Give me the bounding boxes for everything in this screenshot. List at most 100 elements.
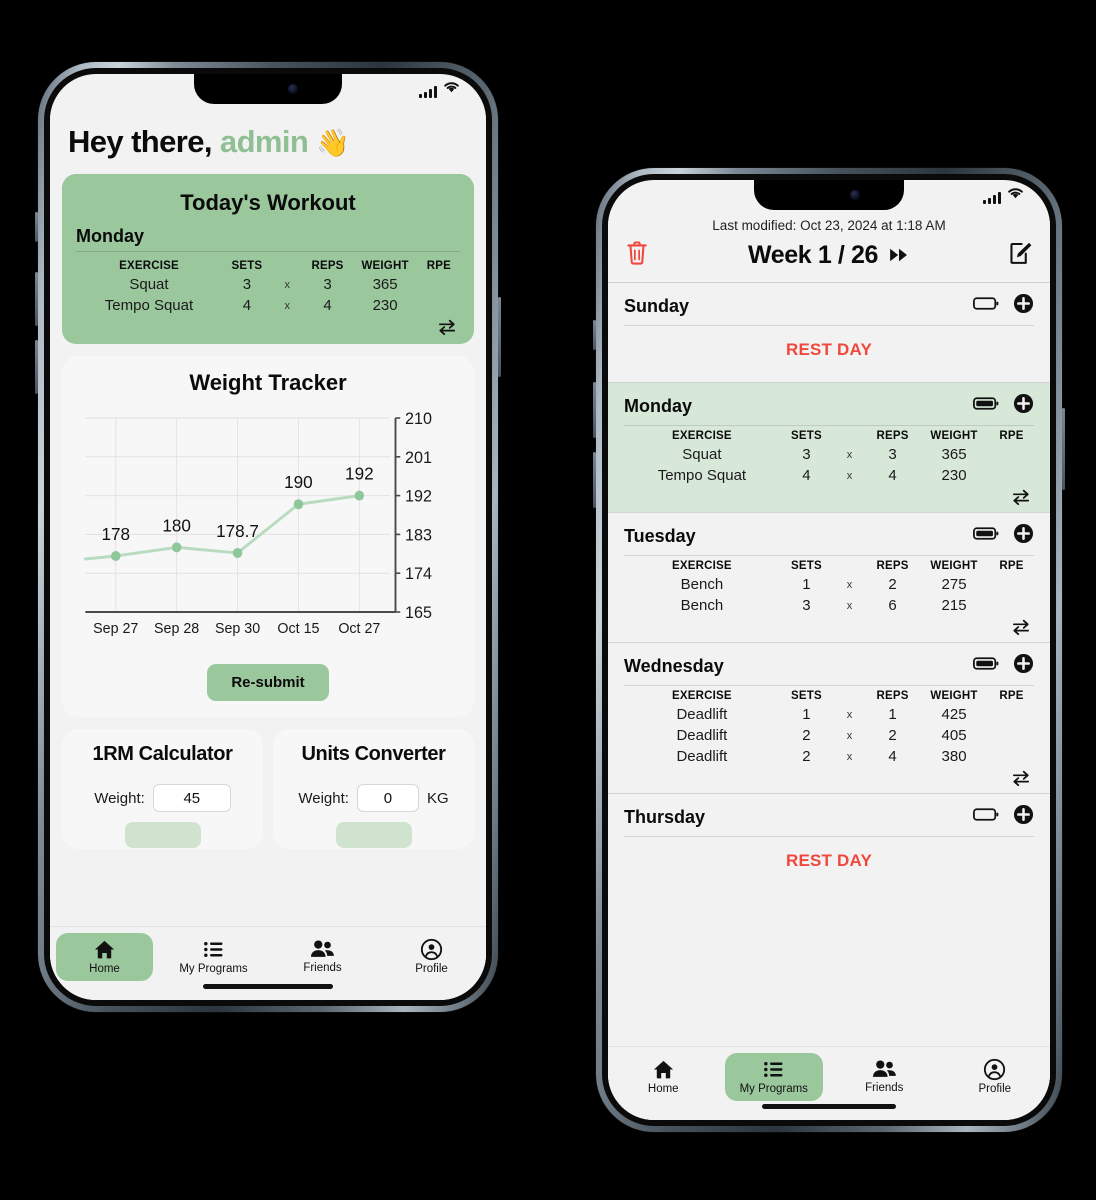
plus-circle-icon[interactable] — [1013, 804, 1034, 830]
list-icon — [202, 938, 225, 961]
table-row[interactable]: Bench 3 x 6 215 — [624, 595, 1034, 616]
phone2-volume-up-button[interactable] — [593, 382, 596, 438]
tab-friends[interactable]: Friends — [274, 933, 371, 980]
weight-tracker-chart: 165 174 183 192 201 210 178 180 178.7 190 192 Sep 2… — [72, 402, 464, 652]
cell-sets: 3 — [802, 597, 811, 614]
cell-exercise: Squat — [682, 446, 722, 463]
column-header-exercise: EXERCISE — [672, 560, 732, 572]
cell-exercise: Bench — [680, 597, 724, 614]
column-header-rpe: RPE — [999, 560, 1024, 572]
phone-program-screen: Last modified: Oct 23, 2024 at 1:18 AM W… — [593, 168, 1065, 1132]
day-workout-table: EXERCISE SETS REPS WEIGHT RPE Deadlift 1 x 1 425 D… — [624, 686, 1034, 767]
day-name: Wednesday — [624, 655, 724, 676]
tab-home[interactable]: Home — [56, 933, 153, 981]
phone2-mute-switch[interactable] — [593, 320, 596, 350]
battery-full-icon[interactable] — [973, 526, 999, 546]
phone1-power-button[interactable] — [498, 297, 501, 377]
column-header-reps: REPS — [876, 690, 909, 702]
one-rep-max-title: 1RM Calculator — [92, 743, 233, 765]
week-header: Week 1 / 26 — [608, 237, 1050, 283]
converter-weight-label: Weight: — [298, 789, 349, 807]
column-header-weight: WEIGHT — [361, 260, 409, 272]
battery-empty-icon[interactable] — [973, 807, 999, 827]
column-header-weight: WEIGHT — [930, 430, 978, 442]
home-indicator[interactable] — [762, 1104, 896, 1109]
day-name: Sunday — [624, 295, 690, 316]
svg-text:180: 180 — [162, 515, 191, 535]
phone2-power-button[interactable] — [1062, 408, 1065, 490]
table-header-row: EXERCISE SETS REPS WEIGHT RPE — [624, 556, 1034, 574]
cell-multiplier: x — [284, 299, 290, 312]
plus-circle-icon[interactable] — [1013, 523, 1034, 549]
phone-home-screen: Hey there, admin 👋 Today's Workout Monda… — [35, 62, 501, 1012]
phone2-volume-down-button[interactable] — [593, 452, 596, 508]
day-header: Wednesday — [624, 653, 1034, 685]
battery-full-icon[interactable] — [973, 656, 999, 676]
tab-my-programs[interactable]: My Programs — [165, 933, 262, 981]
table-row[interactable]: Deadlift 2 x 4 380 — [624, 746, 1034, 767]
todays-workout-table: EXERCISE SETS REPS WEIGHT RPE Squat 3 x 3 365 Tem… — [76, 256, 460, 316]
resubmit-button[interactable]: Re-submit — [207, 664, 329, 701]
page-title: Hey there, admin 👋 — [62, 104, 474, 174]
cell-weight: 275 — [941, 576, 967, 593]
tab-my-programs[interactable]: My Programs — [724, 1053, 823, 1101]
battery-full-icon[interactable] — [973, 396, 999, 416]
phone1-mute-switch[interactable] — [35, 212, 38, 242]
day-header: Tuesday — [624, 523, 1034, 555]
table-row[interactable]: Squat 3 x 3 365 — [624, 444, 1034, 465]
day-section-thursday: Thursday REST DAY — [608, 794, 1050, 893]
day-header: Monday — [624, 393, 1034, 425]
battery-empty-icon[interactable] — [973, 296, 999, 316]
home-indicator[interactable] — [203, 984, 333, 989]
converter-weight-input[interactable] — [356, 784, 419, 812]
swap-arrows-icon[interactable] — [624, 616, 1034, 636]
table-row[interactable]: Tempo Squat 4 x 4 230 — [624, 465, 1034, 486]
orm-calculate-button[interactable] — [124, 822, 201, 848]
cell-sets: 1 — [802, 706, 811, 723]
table-row[interactable]: Squat 3 x 3 365 — [76, 274, 460, 295]
svg-text:165: 165 — [405, 603, 432, 622]
cell-reps: 4 — [888, 467, 897, 484]
units-converter-title: Units Converter — [301, 743, 446, 765]
fast-forward-icon[interactable] — [888, 241, 910, 270]
cell-exercise: Tempo Squat — [657, 467, 747, 484]
column-header-sets: SETS — [791, 690, 822, 702]
phone1-volume-down-button[interactable] — [35, 340, 38, 394]
orm-weight-input[interactable] — [152, 784, 231, 812]
signal-bars-icon — [419, 86, 437, 98]
table-row[interactable]: Deadlift 2 x 2 405 — [624, 725, 1034, 746]
units-converter-card: Units Converter Weight: KG — [273, 729, 474, 849]
column-header-weight: WEIGHT — [930, 560, 978, 572]
day-name: Tuesday — [624, 525, 696, 546]
swap-arrows-icon[interactable] — [624, 486, 1034, 506]
cell-reps: 2 — [888, 727, 897, 744]
svg-text:210: 210 — [405, 409, 432, 428]
tab-profile[interactable]: Profile — [383, 933, 480, 981]
one-rep-max-calculator-card: 1RM Calculator Weight: — [62, 729, 263, 849]
tab-profile[interactable]: Profile — [946, 1053, 1045, 1101]
tab-label: Friends — [865, 1082, 904, 1094]
phone1-volume-up-button[interactable] — [35, 272, 38, 326]
tab-friends[interactable]: Friends — [835, 1053, 934, 1100]
swap-arrows-icon[interactable] — [76, 316, 460, 336]
edit-square-pencil-icon[interactable] — [1008, 240, 1034, 271]
plus-circle-icon[interactable] — [1013, 293, 1034, 319]
column-header-rpe: RPE — [426, 260, 451, 272]
table-row[interactable]: Bench 1 x 2 275 — [624, 574, 1034, 595]
trash-icon[interactable] — [624, 239, 650, 272]
table-row[interactable]: Tempo Squat 4 x 4 230 — [76, 295, 460, 316]
plus-circle-icon[interactable] — [1013, 653, 1034, 679]
wifi-icon — [443, 80, 460, 98]
converter-convert-button[interactable] — [335, 822, 412, 848]
table-row[interactable]: Deadlift 1 x 1 425 — [624, 704, 1034, 725]
plus-circle-icon[interactable] — [1013, 393, 1034, 419]
week-title: Week 1 / 26 — [748, 241, 878, 269]
week-title-group: Week 1 / 26 — [748, 241, 910, 270]
cell-sets: 4 — [802, 467, 811, 484]
column-header-rpe: RPE — [999, 690, 1024, 702]
swap-arrows-icon[interactable] — [624, 767, 1034, 787]
svg-text:192: 192 — [405, 486, 432, 505]
cell-sets: 2 — [802, 748, 811, 765]
weight-tracker-card: Weight Tracker 165 174 183 192 201 210 178 180 1… — [62, 356, 474, 717]
tab-home[interactable]: Home — [614, 1053, 713, 1101]
